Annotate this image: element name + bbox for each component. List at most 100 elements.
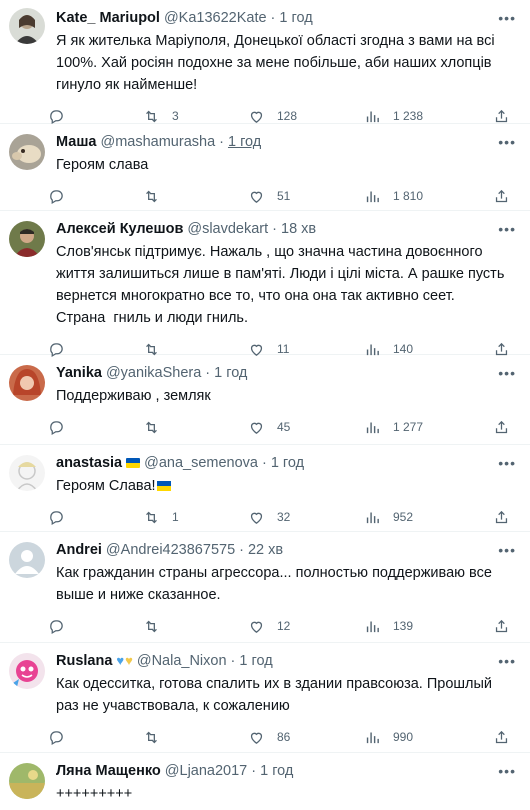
tweet-text: Героям слава xyxy=(56,157,149,173)
tweet-ruslana[interactable]: Ruslana ♥ ♥ @Nala_Nixon · 1 год ••• Как … xyxy=(0,643,530,753)
display-name[interactable]: anastasia xyxy=(56,454,122,472)
more-icon[interactable]: ••• xyxy=(498,455,516,471)
display-name[interactable]: Kate_ Mariupol xyxy=(56,9,160,27)
views-button[interactable]: 1 277 xyxy=(364,419,484,436)
avatar[interactable] xyxy=(9,221,45,257)
user-handle[interactable]: @Andrei423867575 xyxy=(106,541,235,559)
user-handle[interactable]: @yanikaShera xyxy=(106,364,201,382)
tweet-anastasia[interactable]: anastasia @ana_semenova · 1 год ••• Геро… xyxy=(0,445,530,532)
reply-button[interactable] xyxy=(48,618,143,635)
views-count: 140 xyxy=(393,342,414,356)
avatar[interactable] xyxy=(9,455,45,491)
tweet-masha[interactable]: Маша @mashamurasha · 1 год ••• Героям сл… xyxy=(0,124,530,211)
like-count: 128 xyxy=(277,109,298,123)
user-handle[interactable]: @Ka13622Kate xyxy=(164,9,267,27)
reply-button[interactable] xyxy=(48,729,143,746)
views-count: 952 xyxy=(393,510,414,524)
timestamp[interactable]: 1 год xyxy=(228,133,261,151)
timestamp[interactable]: 22 хв xyxy=(248,541,283,559)
timestamp[interactable]: 18 хв xyxy=(281,220,316,238)
user-handle[interactable]: @slavdekart xyxy=(187,220,268,238)
reply-button[interactable] xyxy=(48,188,143,205)
avatar[interactable] xyxy=(9,134,45,170)
tweet-text: Как гражданин страны агрессора... полнос… xyxy=(56,565,496,603)
tweet-actions: 51 1 810 xyxy=(48,176,510,216)
share-button[interactable] xyxy=(493,509,510,526)
display-name[interactable]: Маша xyxy=(56,133,96,151)
like-icon xyxy=(248,509,265,526)
more-icon[interactable]: ••• xyxy=(498,134,516,150)
tweet-aleksey-kuleshov[interactable]: Алексей Кулешов @slavdekart · 18 хв ••• … xyxy=(0,211,530,357)
reply-button[interactable] xyxy=(48,108,143,125)
avatar[interactable] xyxy=(9,8,45,44)
retweet-button[interactable] xyxy=(143,729,248,746)
share-button[interactable] xyxy=(493,729,510,746)
more-icon[interactable]: ••• xyxy=(498,10,516,26)
like-count: 11 xyxy=(277,342,290,356)
retweet-button[interactable] xyxy=(143,419,248,436)
tweet-lyana-mashchenko[interactable]: Ляна Мащенко @Ljana2017 · 1 год ••• ++++… xyxy=(0,753,530,810)
like-button[interactable]: 128 xyxy=(248,108,364,125)
more-icon[interactable]: ••• xyxy=(498,221,516,237)
user-handle[interactable]: @mashamurasha xyxy=(100,133,215,151)
like-count: 86 xyxy=(277,730,291,744)
share-icon xyxy=(493,108,510,125)
more-icon[interactable]: ••• xyxy=(498,365,516,381)
more-icon[interactable]: ••• xyxy=(498,653,516,669)
like-button[interactable]: 32 xyxy=(248,509,364,526)
more-icon[interactable]: ••• xyxy=(498,542,516,558)
retweet-button[interactable] xyxy=(143,618,248,635)
views-icon xyxy=(364,188,381,205)
like-button[interactable]: 51 xyxy=(248,188,364,205)
like-icon xyxy=(248,729,265,746)
reply-button[interactable] xyxy=(48,419,143,436)
display-name[interactable]: Yanika xyxy=(56,364,102,382)
retweet-button[interactable]: 3 xyxy=(143,108,248,125)
display-name[interactable]: Ruslana xyxy=(56,652,112,670)
display-name[interactable]: Алексей Кулешов xyxy=(56,220,183,238)
reply-button[interactable] xyxy=(48,509,143,526)
timestamp[interactable]: 1 год xyxy=(214,364,247,382)
share-icon xyxy=(493,188,510,205)
more-icon[interactable]: ••• xyxy=(498,763,516,779)
views-button[interactable]: 139 xyxy=(364,618,484,635)
like-button[interactable]: 12 xyxy=(248,618,364,635)
display-name[interactable]: Ляна Мащенко xyxy=(56,762,161,780)
tweet-yanika[interactable]: Yanika @yanikaShera · 1 год ••• Поддержи… xyxy=(0,355,530,445)
user-handle[interactable]: @ana_semenova xyxy=(144,454,258,472)
views-button[interactable]: 1 810 xyxy=(364,188,484,205)
views-button[interactable]: 1 238 xyxy=(364,108,484,125)
like-button[interactable]: 45 xyxy=(248,419,364,436)
avatar[interactable] xyxy=(9,542,45,578)
views-count: 1 277 xyxy=(393,420,424,434)
reply-icon xyxy=(48,509,65,526)
share-button[interactable] xyxy=(493,108,510,125)
timestamp[interactable]: 1 год xyxy=(239,652,272,670)
views-button[interactable]: 990 xyxy=(364,729,484,746)
share-button[interactable] xyxy=(493,188,510,205)
timestamp[interactable]: 1 год xyxy=(260,762,293,780)
avatar[interactable] xyxy=(9,653,45,689)
share-button[interactable] xyxy=(493,618,510,635)
timestamp[interactable]: 1 год xyxy=(279,9,312,27)
tweet-text: Слов'янськ підтримує. Нажаль , що значна… xyxy=(56,244,509,326)
views-button[interactable]: 952 xyxy=(364,509,484,526)
tweet-andrei[interactable]: Andrei @Andrei423867575 · 22 хв ••• Как … xyxy=(0,532,530,643)
retweet-button[interactable] xyxy=(143,188,248,205)
timestamp[interactable]: 1 год xyxy=(271,454,304,472)
avatar[interactable] xyxy=(9,365,45,401)
retweet-button[interactable]: 1 xyxy=(143,509,248,526)
tweet-actions: 12 139 xyxy=(48,606,510,646)
views-icon xyxy=(364,509,381,526)
avatar[interactable] xyxy=(9,763,45,799)
share-button[interactable] xyxy=(493,419,510,436)
tweet-kate-mariupol[interactable]: Kate_ Mariupol @Ka13622Kate · 1 год ••• … xyxy=(0,0,530,124)
tweet-text: Героям Слава! xyxy=(56,478,156,494)
display-name[interactable]: Andrei xyxy=(56,541,102,559)
like-button[interactable]: 86 xyxy=(248,729,364,746)
user-handle[interactable]: @Nala_Nixon xyxy=(137,652,227,670)
user-handle[interactable]: @Ljana2017 xyxy=(165,762,247,780)
share-icon xyxy=(493,729,510,746)
like-icon xyxy=(248,419,265,436)
retweet-count: 3 xyxy=(172,109,179,123)
